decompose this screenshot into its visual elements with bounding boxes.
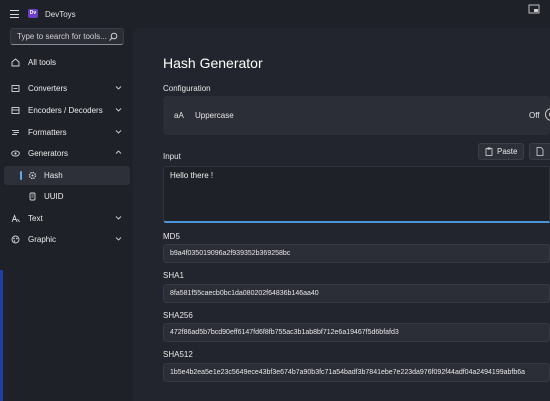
search-icon[interactable] <box>108 32 118 42</box>
sidebar-item-label: Encoders / Decoders <box>28 106 103 115</box>
compact-overlay-icon[interactable] <box>528 4 540 14</box>
text-icon <box>11 214 20 223</box>
sidebar-item-converters[interactable]: Converters <box>4 79 130 98</box>
sha1-output[interactable]: 8fa581f55caecb0bc1da080202f64836b146aa40 <box>163 284 550 303</box>
sidebar: All tools Converters Encoders / Decoders… <box>0 28 133 401</box>
sha512-output[interactable]: 1b5e4b2ea5e1e23c5649ece43bf3e674b7a90b3f… <box>163 363 550 382</box>
sha256-output[interactable]: 472f86ad5b7bcd90eff6147fd6f8fb755ac3b1ab… <box>163 323 550 342</box>
md5-label: MD5 <box>163 232 180 241</box>
sidebar-item-label: Formatters <box>28 128 67 137</box>
uppercase-setting-card: aA Uppercase Off <box>163 96 550 135</box>
sha1-value: 8fa581f55caecb0bc1da080202f64836b146aa40 <box>170 290 319 297</box>
sidebar-item-label: UUID <box>44 192 64 201</box>
app-title: DevToys <box>45 10 76 19</box>
sidebar-item-graphic[interactable]: Graphic <box>4 230 130 249</box>
chevron-down-icon <box>115 130 122 134</box>
toggle-state-text: Off <box>529 111 540 120</box>
converter-icon <box>11 85 20 92</box>
chevron-up-icon <box>115 150 122 154</box>
hamburger-menu-icon[interactable] <box>10 10 19 18</box>
sidebar-item-text[interactable]: Text <box>4 209 130 228</box>
sha256-value: 472f86ad5b7bcd90eff6147fd6f8fb755ac3b1ab… <box>170 329 399 336</box>
home-icon <box>11 58 20 67</box>
md5-output[interactable]: b9a4f035019096a2f939352b369258bc <box>163 244 550 263</box>
configuration-label: Configuration <box>163 84 211 93</box>
sidebar-item-all-tools[interactable]: All tools <box>4 53 130 72</box>
uppercase-icon: aA <box>174 111 184 120</box>
sidebar-item-label: Converters <box>28 84 68 93</box>
sidebar-item-label: Text <box>28 214 43 223</box>
input-text: Hello there ! <box>170 171 214 180</box>
search-box[interactable] <box>10 28 124 45</box>
sidebar-item-label: Generators <box>28 149 69 158</box>
page-title: Hash Generator <box>163 55 263 71</box>
sidebar-item-label: Graphic <box>28 235 57 244</box>
uppercase-label: Uppercase <box>195 111 234 120</box>
devtoys-window: Dv DevToys All tools Converters Encoder <box>0 0 550 401</box>
chevron-down-icon <box>115 216 122 220</box>
sha256-label: SHA256 <box>163 311 193 320</box>
md5-value: b9a4f035019096a2f939352b369258bc <box>170 250 291 257</box>
paste-label: Paste <box>497 147 518 156</box>
sidebar-item-hash[interactable]: Hash <box>4 166 130 185</box>
encoder-icon <box>11 107 20 114</box>
open-file-button[interactable] <box>529 143 550 160</box>
file-icon <box>536 147 544 156</box>
main-panel: Hash Generator Configuration aA Uppercas… <box>133 28 550 401</box>
graphic-icon <box>11 235 20 244</box>
sidebar-item-uuid[interactable]: UUID <box>4 187 130 206</box>
paste-icon <box>485 147 493 156</box>
title-bar: Dv DevToys <box>0 0 550 28</box>
sha512-label: SHA512 <box>163 350 193 359</box>
generator-icon <box>11 150 20 157</box>
selection-indicator <box>20 171 22 180</box>
hash-icon <box>28 171 37 180</box>
sha512-value: 1b5e4b2ea5e1e23c5649ece43bf3e674b7a90b3f… <box>170 369 526 376</box>
sidebar-item-formatters[interactable]: Formatters <box>4 123 130 142</box>
sidebar-item-label: All tools <box>28 58 57 67</box>
chevron-down-icon <box>115 86 122 90</box>
formatter-icon <box>12 130 19 135</box>
sidebar-item-encoders-decoders[interactable]: Encoders / Decoders <box>4 101 130 120</box>
sidebar-item-generators[interactable]: Generators <box>4 144 130 163</box>
input-textarea[interactable]: Hello there ! <box>163 166 550 223</box>
uppercase-toggle[interactable] <box>545 108 550 121</box>
chevron-down-icon <box>115 237 122 241</box>
chevron-down-icon <box>115 108 122 112</box>
sidebar-item-label: Hash <box>44 171 63 180</box>
uuid-icon <box>29 192 36 201</box>
app-logo-icon: Dv <box>28 9 38 18</box>
paste-button[interactable]: Paste <box>478 143 524 160</box>
search-input[interactable] <box>11 29 107 44</box>
sha1-label: SHA1 <box>163 271 184 280</box>
input-label: Input <box>163 152 181 161</box>
